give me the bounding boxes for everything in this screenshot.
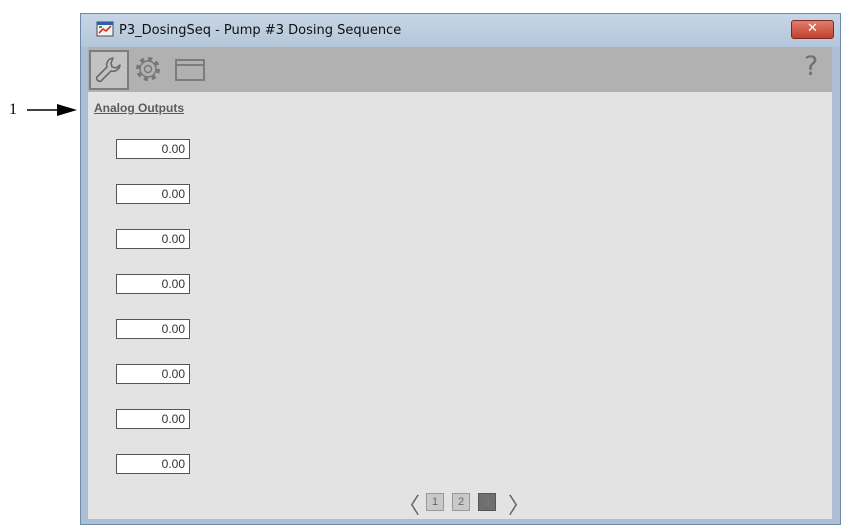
analog-output-3[interactable]: 0.00 <box>116 229 190 249</box>
maintenance-tab-button[interactable] <box>89 50 129 90</box>
analog-output-2[interactable]: 0.00 <box>116 184 190 204</box>
callout-arrow-icon <box>27 104 77 116</box>
analog-output-4[interactable]: 0.00 <box>116 274 190 294</box>
analog-output-1[interactable]: 0.00 <box>116 139 190 159</box>
app-icon <box>96 21 114 37</box>
title-bar[interactable]: P3_DosingSeq - Pump #3 Dosing Sequence ✕ <box>81 14 840 47</box>
faceplate-tab-button[interactable] <box>170 50 210 90</box>
wrench-icon <box>95 57 121 83</box>
toolbar: ? <box>88 47 832 92</box>
prev-page-icon[interactable]: 〈 <box>398 488 420 520</box>
page-button-2[interactable]: 2 <box>452 493 470 511</box>
gear-icon <box>136 57 160 81</box>
help-icon[interactable]: ? <box>804 51 818 82</box>
faceplate-window: P3_DosingSeq - Pump #3 Dosing Sequence ✕ <box>80 13 841 525</box>
engineering-tab-button[interactable] <box>130 50 170 90</box>
callout-label: 1 <box>9 101 17 118</box>
analog-output-7[interactable]: 0.00 <box>116 409 190 429</box>
pagination: 〈 1 2 3 〉 <box>88 491 832 519</box>
next-page-icon[interactable]: 〉 <box>508 488 530 520</box>
page-button-1[interactable]: 1 <box>426 493 444 511</box>
analog-output-5[interactable]: 0.00 <box>116 319 190 339</box>
analog-output-6[interactable]: 0.00 <box>116 364 190 384</box>
analog-output-8[interactable]: 0.00 <box>116 454 190 474</box>
faceplate-body: ? Analog Outputs 0.00 0.00 0.00 0.00 0.0… <box>88 47 832 519</box>
page-button-3[interactable]: 3 <box>478 493 496 511</box>
close-icon: ✕ <box>807 21 818 36</box>
window-title: P3_DosingSeq - Pump #3 Dosing Sequence <box>119 23 402 38</box>
section-title-analog-outputs: Analog Outputs <box>94 101 184 115</box>
window-icon <box>175 59 205 81</box>
close-button[interactable]: ✕ <box>791 20 834 39</box>
